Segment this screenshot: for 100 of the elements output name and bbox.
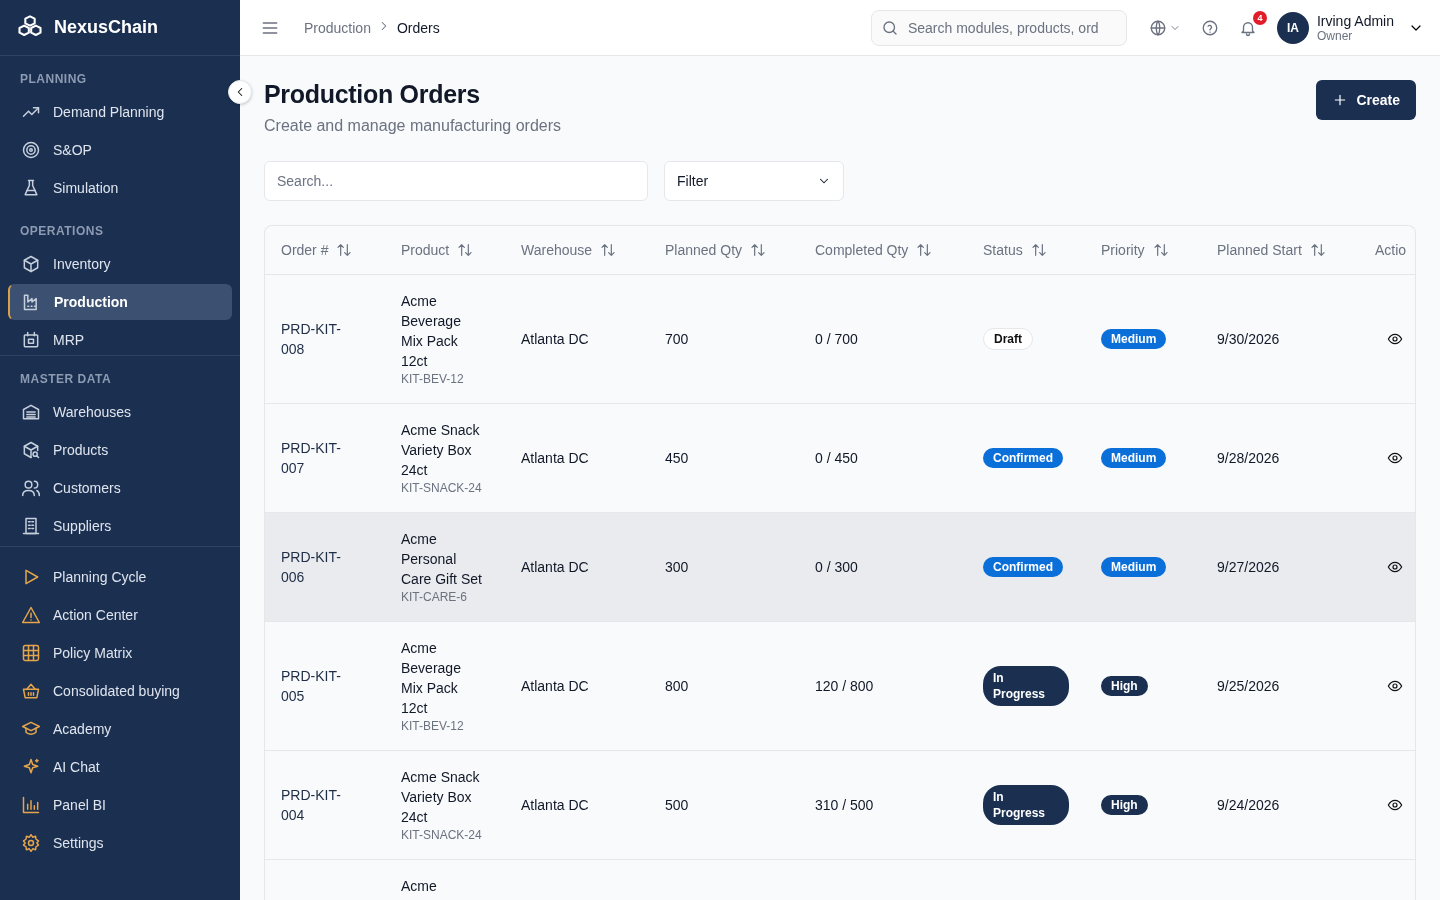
breadcrumb-link[interactable]: Production [304, 19, 371, 36]
section-label: PLANNING [19, 71, 88, 88]
sidebar-item[interactable]: Panel BI [8, 787, 232, 823]
view-button[interactable] [1387, 331, 1403, 347]
sidebar-item[interactable]: Settings [8, 825, 232, 861]
sidebar-item[interactable]: Suppliers [8, 508, 232, 544]
sort-icon [750, 242, 767, 258]
sort-icon [600, 242, 617, 258]
sidebar-item[interactable]: Policy Matrix [8, 635, 232, 671]
column-header[interactable]: Priority [1101, 242, 1145, 258]
column-header[interactable]: Completed Qty [815, 242, 909, 258]
user-name: Irving Admin [1316, 12, 1394, 29]
table-cell-text: 0 / 700 [815, 330, 858, 349]
sidebar-item[interactable]: AI Chat [8, 749, 232, 785]
priority-badge: Medium [1101, 329, 1167, 349]
page-subtitle: Create and manage manufacturing orders [264, 117, 562, 135]
sidebar-item[interactable]: Warehouses [8, 394, 232, 430]
product-sku: KIT-BEV-12 [401, 371, 465, 387]
product-sku: KIT-BEV-12 [401, 718, 465, 734]
table-cell-text: 300 [665, 558, 689, 577]
brand-name: NexusChain [54, 17, 159, 38]
collapse-button[interactable] [228, 80, 252, 104]
product-name: Acme Personal Care Gift Set [401, 530, 483, 589]
create-button[interactable]: Create [1316, 80, 1416, 120]
sort-icon [1030, 242, 1047, 258]
notification-count: 4 [1252, 10, 1267, 25]
sidebar-item[interactable]: Production [8, 284, 232, 320]
table-cell-text: Atlanta DC [521, 558, 589, 577]
sidebar-item[interactable]: MRP [8, 322, 232, 355]
column-header[interactable]: Warehouse [521, 242, 593, 258]
eye-icon [1387, 678, 1403, 694]
priority-badge: High [1101, 676, 1148, 696]
package-search-icon [21, 440, 41, 460]
priority-badge: Medium [1101, 448, 1167, 468]
eye-icon [1387, 450, 1403, 466]
users-icon [21, 478, 41, 498]
bar-chart-icon [21, 795, 41, 815]
sidebar-item[interactable]: Products [8, 432, 232, 468]
section-label: MASTER DATA [19, 371, 113, 388]
view-button[interactable] [1387, 797, 1403, 813]
column-header[interactable]: Status [983, 242, 1023, 258]
sidebar-item[interactable]: Planning Cycle [8, 559, 232, 595]
table-cell-text: 9/30/2026 [1217, 330, 1280, 349]
status-badge: In Progress [983, 666, 1069, 706]
table-cell-text: Atlanta DC [521, 796, 589, 815]
help-icon [1200, 18, 1219, 37]
column-header[interactable]: Planned Start [1217, 242, 1302, 258]
table-cell-text: 0 / 300 [815, 558, 858, 577]
eye-icon [1387, 797, 1403, 813]
sidebar-item[interactable]: Simulation [8, 170, 232, 206]
calendar-icon [21, 330, 41, 350]
sort-icon [1309, 242, 1326, 258]
sidebar-item[interactable]: Academy [8, 711, 232, 747]
table-cell-text: 700 [665, 330, 689, 349]
search-field[interactable]: Search... [264, 161, 648, 201]
sidebar-item[interactable]: Consolidated buying [8, 673, 232, 709]
product-name: Acme [401, 877, 437, 896]
building-icon [21, 516, 41, 536]
table-cell-text: PRD-KIT-006 [281, 548, 342, 587]
sidebar-item[interactable]: Action Center [8, 597, 232, 633]
view-button[interactable] [1387, 678, 1403, 694]
sidebar-item[interactable]: Inventory [8, 246, 232, 282]
table-cell-text: 0 / 450 [815, 449, 858, 468]
product-sku: KIT-CARE-6 [401, 589, 468, 605]
page-title: Production Orders [264, 80, 481, 109]
warehouse-icon [21, 402, 41, 422]
table-cell-text: Atlanta DC [521, 449, 589, 468]
view-button[interactable] [1387, 450, 1403, 466]
column-header[interactable]: Order # [281, 242, 329, 258]
user-menu[interactable]: IA Irving Admin Owner [1276, 11, 1424, 44]
table-cell-text: 9/25/2026 [1217, 677, 1280, 696]
sidebar-item[interactable]: Demand Planning [8, 94, 232, 130]
user-avatar: IA [1276, 11, 1309, 44]
table-cell-text: 9/27/2026 [1217, 558, 1280, 577]
column-header[interactable]: Product [401, 242, 450, 258]
cube-icon [21, 254, 41, 274]
sort-icon [336, 242, 353, 258]
eye-icon [1387, 331, 1403, 347]
target-icon [21, 140, 41, 160]
product-sku: KIT-SNACK-24 [401, 480, 483, 496]
basket-icon [21, 681, 41, 701]
filter-dropdown[interactable]: Filter [664, 161, 844, 201]
view-button[interactable] [1387, 559, 1403, 575]
column-header[interactable]: Actio [1375, 242, 1407, 258]
status-badge: Confirmed [983, 448, 1063, 468]
product-name: Acme Snack Variety Box 24ct [401, 768, 481, 827]
sidebar-item[interactable]: S&OP [8, 132, 232, 168]
column-header[interactable]: Planned Qty [665, 242, 743, 258]
table-cell-text: PRD-KIT-005 [281, 667, 342, 706]
table-cell-text: 500 [665, 796, 689, 815]
warning-icon [21, 605, 41, 625]
table-row[interactable]: PRD-KIT-006 Acme Personal Care Gift Set KIT-CARE-6 Atlanta DC 300 0 / 300 Confirmed Medium 9/27/2026 [265, 513, 1415, 622]
table-cell-text: 310 / 500 [815, 796, 874, 815]
sort-icon [457, 242, 474, 258]
flask-icon [21, 178, 41, 198]
search-field[interactable]: Search modules, products, ord [870, 9, 1127, 46]
table-cell-text: Atlanta DC [521, 330, 589, 349]
priority-badge: High [1101, 795, 1148, 815]
sidebar-item[interactable]: Customers [8, 470, 232, 506]
product-name: Acme Snack Variety Box 24ct [401, 421, 481, 480]
